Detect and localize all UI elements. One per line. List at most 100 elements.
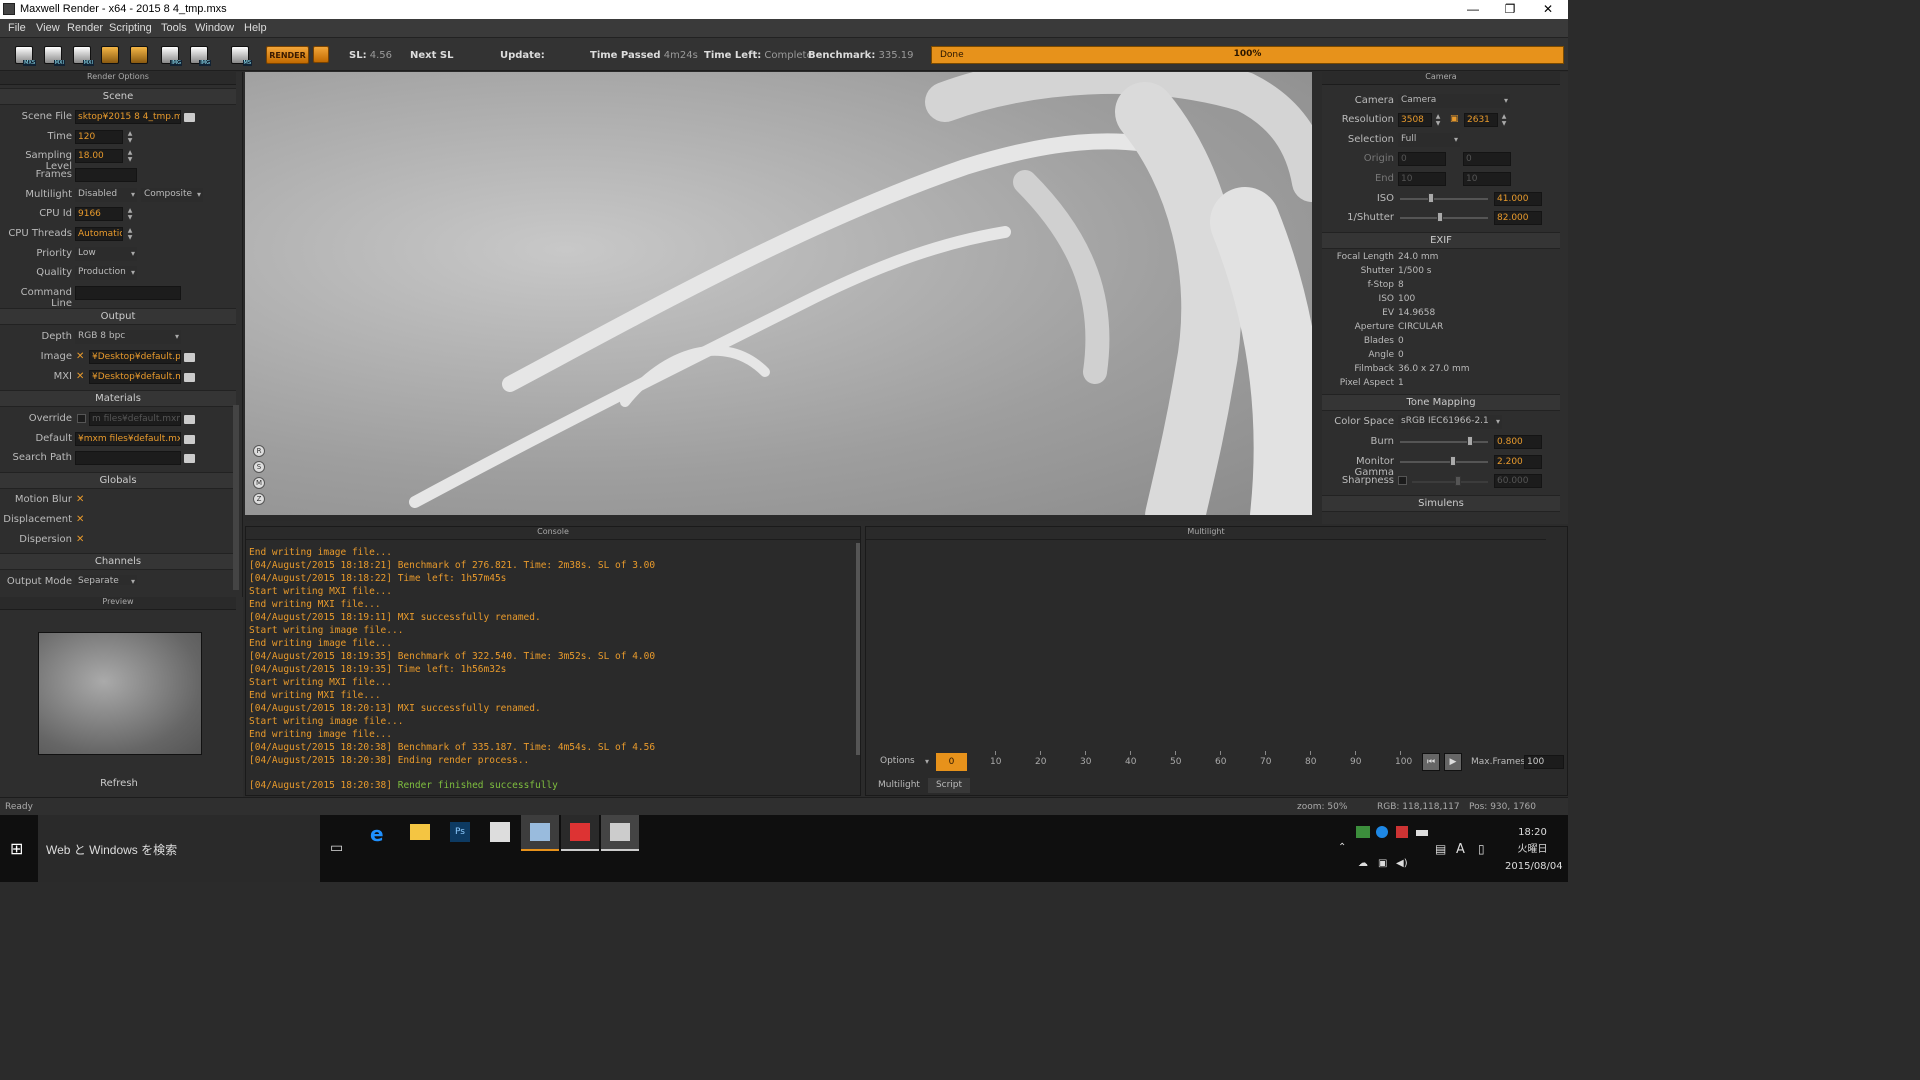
sharpness-slider-knob[interactable]: [1454, 476, 1461, 486]
open-mxs-icon[interactable]: MXS: [15, 46, 36, 66]
gamma-slider-knob[interactable]: [1449, 456, 1456, 466]
multilight-options-select[interactable]: Options: [877, 755, 931, 770]
burn-field[interactable]: 0.800: [1494, 435, 1542, 449]
console-scrollbar[interactable]: [856, 543, 860, 755]
color-space-select[interactable]: sRGB IEC61966-2.1: [1398, 415, 1502, 429]
dispersion-checkbox[interactable]: ✕: [76, 535, 86, 545]
selection-select[interactable]: Full: [1398, 133, 1460, 147]
network-icon[interactable]: ▣: [1378, 858, 1387, 869]
sharpness-field[interactable]: 60.000: [1494, 474, 1542, 488]
save-ms-icon[interactable]: MS: [231, 46, 252, 66]
lock-icon[interactable]: [313, 46, 329, 63]
time-field[interactable]: 120: [75, 130, 123, 144]
gamma-slider[interactable]: [1400, 461, 1488, 463]
resolution-width-spinner[interactable]: ▲ ▼: [1434, 113, 1442, 127]
exif-section[interactable]: EXIF: [1322, 232, 1560, 249]
mxi-checkbox[interactable]: ✕: [76, 372, 86, 382]
viewport-s-button[interactable]: S: [253, 461, 265, 473]
simulens-section[interactable]: Simulens: [1322, 495, 1560, 512]
shutter-field[interactable]: 82.000: [1494, 211, 1542, 225]
priority-select[interactable]: Low: [75, 247, 137, 261]
max-frames-field[interactable]: 100: [1524, 755, 1564, 769]
refresh-tool-icon[interactable]: [130, 46, 148, 64]
task-view-icon[interactable]: ▭: [330, 840, 343, 856]
maximize-button[interactable]: ❐: [1492, 0, 1528, 19]
tray-app-icon[interactable]: [1376, 826, 1388, 838]
menu-help[interactable]: Help: [244, 22, 267, 34]
volume-icon[interactable]: ◀): [1396, 858, 1408, 869]
viewport-m-button[interactable]: M: [253, 477, 265, 489]
tool-icon[interactable]: [101, 46, 119, 64]
keyboard-icon[interactable]: ▤: [1435, 842, 1446, 856]
zbrush-icon[interactable]: [490, 822, 510, 842]
iso-field[interactable]: 41.000: [1494, 192, 1542, 206]
refresh-button[interactable]: Refresh: [90, 778, 148, 794]
tab-multilight[interactable]: Multilight: [878, 780, 920, 790]
menu-window[interactable]: Window: [195, 22, 234, 34]
menu-render[interactable]: Render: [67, 22, 103, 34]
close-button[interactable]: ✕: [1530, 0, 1566, 19]
default-material-field[interactable]: ¥mxm files¥default.mxm: [75, 432, 181, 446]
action-center-icon[interactable]: ▯: [1478, 842, 1485, 856]
materials-section[interactable]: Materials: [0, 390, 236, 407]
onedrive-icon[interactable]: ☁: [1358, 858, 1368, 869]
minimize-button[interactable]: —: [1455, 0, 1491, 19]
end-x-field[interactable]: 10: [1398, 172, 1446, 186]
channels-section[interactable]: Channels: [0, 553, 236, 570]
cpu-id-spinner[interactable]: ▲ ▼: [126, 207, 134, 221]
resolution-width-field[interactable]: 3508: [1398, 113, 1432, 127]
tone-mapping-section[interactable]: Tone Mapping: [1322, 394, 1560, 411]
gamma-field[interactable]: 2.200: [1494, 455, 1542, 469]
globals-section[interactable]: Globals: [0, 472, 236, 489]
shutter-slider-knob[interactable]: [1436, 212, 1443, 222]
frame-field[interactable]: 0: [936, 753, 967, 771]
image-checkbox[interactable]: ✕: [76, 352, 86, 362]
resolution-height-spinner[interactable]: ▲ ▼: [1500, 113, 1508, 127]
multilight-mode-select[interactable]: Composite: [141, 188, 203, 202]
iso-slider-knob[interactable]: [1427, 193, 1434, 203]
displacement-checkbox[interactable]: ✕: [76, 515, 86, 525]
sharpness-slider[interactable]: [1412, 481, 1488, 483]
menu-scripting[interactable]: Scripting: [109, 22, 152, 34]
sharpness-checkbox[interactable]: [1398, 476, 1407, 485]
save-img-icon[interactable]: IMG: [161, 46, 182, 66]
cpu-threads-field[interactable]: Automatic: [75, 227, 123, 241]
previous-frame-icon[interactable]: ⏮: [1422, 753, 1440, 771]
taskbar-search[interactable]: Web と Windows を検索: [38, 815, 320, 882]
mxi-folder-icon[interactable]: [184, 373, 195, 382]
motion-blur-checkbox[interactable]: ✕: [76, 495, 86, 505]
ime-indicator[interactable]: A: [1456, 842, 1465, 857]
rhino-task[interactable]: [561, 815, 599, 851]
menu-file[interactable]: File: [8, 22, 26, 34]
time-spinner[interactable]: ▲ ▼: [126, 130, 134, 144]
end-y-field[interactable]: 10: [1463, 172, 1511, 186]
override-checkbox[interactable]: [77, 414, 86, 423]
camera-select[interactable]: Camera: [1398, 94, 1510, 108]
windows-start-icon[interactable]: ⊞: [10, 840, 27, 857]
cpu-id-field[interactable]: 9166: [75, 207, 123, 221]
output-section[interactable]: Output: [0, 308, 236, 325]
scene-file-field[interactable]: sktop¥2015 8 4_tmp.mxs: [75, 110, 181, 124]
edge-browser-icon[interactable]: e: [370, 822, 384, 846]
command-line-field[interactable]: [75, 286, 181, 300]
chevron-up-icon[interactable]: ⌃: [1338, 842, 1346, 853]
aspect-lock-icon[interactable]: ▣: [1450, 114, 1459, 126]
mxi-tool-icon[interactable]: MXI: [73, 46, 94, 66]
burn-slider-knob[interactable]: [1467, 436, 1474, 446]
iso-slider[interactable]: [1400, 198, 1488, 200]
image-path-field[interactable]: ¥Desktop¥default.png: [89, 350, 181, 364]
scene-section[interactable]: Scene: [0, 88, 236, 105]
viewport-scrollbar[interactable]: [245, 515, 1312, 521]
render-viewport[interactable]: R S M Z: [245, 72, 1312, 516]
shutter-slider[interactable]: [1400, 217, 1488, 219]
multilight-select[interactable]: Disabled: [75, 188, 137, 202]
sampling-level-field[interactable]: 18.00: [75, 149, 123, 163]
origin-x-field[interactable]: 0: [1398, 152, 1446, 166]
override-path-field[interactable]: m files¥default.mxm: [89, 412, 181, 426]
cpu-threads-spinner[interactable]: ▲ ▼: [126, 227, 134, 241]
quality-select[interactable]: Production: [75, 266, 137, 280]
viewport-r-button[interactable]: R: [253, 445, 265, 457]
render-button[interactable]: RENDER: [266, 46, 309, 64]
open-mxi-icon[interactable]: MXI: [44, 46, 65, 66]
default-folder-icon[interactable]: [184, 435, 195, 444]
